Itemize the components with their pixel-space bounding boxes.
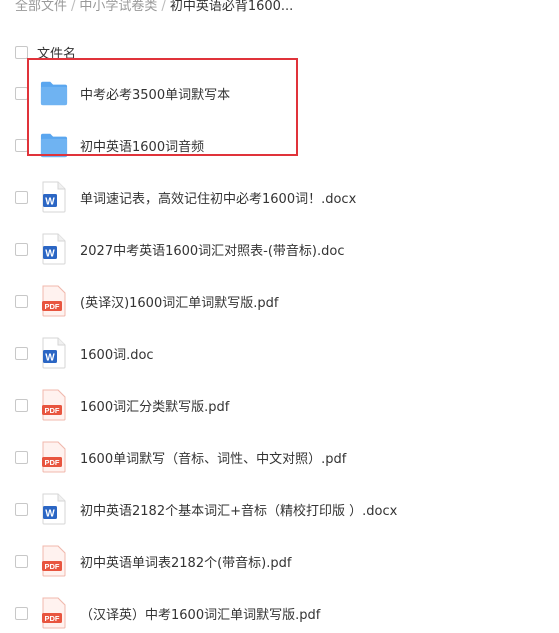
breadcrumb-separator: / [71, 0, 76, 14]
word-doc-icon: W [40, 180, 68, 214]
word-badge-text: W [45, 197, 55, 208]
row-checkbox[interactable] [15, 190, 28, 204]
pdf-doc-icon: PDF [40, 284, 68, 318]
breadcrumb-item-all-files[interactable]: 全部文件 [15, 0, 67, 14]
row-checkbox[interactable] [15, 294, 28, 308]
file-name[interactable]: 1600词.doc [80, 344, 154, 363]
pdf-badge-text: PDF [45, 302, 60, 311]
column-header-filename: 文件名 [37, 46, 77, 62]
file-name[interactable]: 初中英语1600词音频 [80, 136, 204, 155]
file-row[interactable]: W 1600词.doc [0, 333, 559, 373]
row-checkbox[interactable] [15, 450, 28, 464]
pdf-doc-icon: PDF [40, 596, 68, 630]
file-name[interactable]: (英译汉)1600词汇单词默写版.pdf [80, 292, 278, 311]
pdf-badge-text: PDF [45, 458, 60, 467]
word-badge-text: W [45, 249, 55, 260]
breadcrumb-item-category[interactable]: 中小学试卷类 [79, 0, 157, 14]
pdf-doc-icon: PDF [40, 388, 68, 422]
row-checkbox[interactable] [15, 398, 28, 412]
pdf-doc-icon: PDF [40, 440, 68, 474]
folder-row[interactable]: 中考必考3500单词默写本 [0, 73, 559, 113]
breadcrumb-separator: / [161, 0, 166, 14]
row-checkbox[interactable] [15, 606, 28, 620]
file-row[interactable]: W 初中英语2182个基本词汇+音标（精校打印版 ）.docx [0, 489, 559, 529]
row-checkbox[interactable] [15, 242, 28, 256]
file-name[interactable]: 1600词汇分类默写版.pdf [80, 396, 229, 415]
file-row[interactable]: W 2027中考英语1600词汇对照表-(带音标).doc [0, 229, 559, 269]
folder-icon [40, 76, 68, 110]
file-name[interactable]: 初中英语2182个基本词汇+音标（精校打印版 ）.docx [80, 500, 397, 519]
row-checkbox[interactable] [15, 346, 28, 360]
word-doc-icon: W [40, 232, 68, 266]
list-header: 文件名 [15, 40, 76, 64]
row-checkbox[interactable] [15, 554, 28, 568]
word-badge-text: W [45, 509, 55, 520]
file-row[interactable]: W 单词速记表，高效记住初中必考1600词！.docx [0, 177, 559, 217]
pdf-badge-text: PDF [45, 406, 60, 415]
row-checkbox[interactable] [15, 502, 28, 516]
row-checkbox[interactable] [15, 86, 28, 100]
word-badge-text: W [45, 353, 55, 364]
file-name[interactable]: （汉译英）中考1600词汇单词默写版.pdf [80, 604, 320, 623]
folder-icon [40, 128, 68, 162]
breadcrumb-current: 初中英语必背1600... [169, 0, 294, 14]
pdf-badge-text: PDF [45, 562, 60, 571]
select-all-checkbox[interactable] [15, 45, 28, 59]
word-doc-icon: W [40, 336, 68, 370]
word-doc-icon: W [40, 492, 68, 526]
folder-row[interactable]: 初中英语1600词音频 [0, 125, 559, 165]
breadcrumb: 全部文件 / 中小学试卷类 / 初中英语必背1600... [15, 0, 293, 17]
file-row[interactable]: PDF 1600单词默写（音标、词性、中文对照）.pdf [0, 437, 559, 477]
pdf-doc-icon: PDF [40, 544, 68, 578]
file-name[interactable]: 单词速记表，高效记住初中必考1600词！.docx [80, 188, 356, 207]
file-name[interactable]: 中考必考3500单词默写本 [80, 84, 230, 103]
file-name[interactable]: 初中英语单词表2182个(带音标).pdf [80, 552, 291, 571]
pdf-badge-text: PDF [45, 614, 60, 623]
file-name[interactable]: 1600单词默写（音标、词性、中文对照）.pdf [80, 448, 346, 467]
file-row[interactable]: PDF 初中英语单词表2182个(带音标).pdf [0, 541, 559, 581]
file-row[interactable]: PDF (英译汉)1600词汇单词默写版.pdf [0, 281, 559, 321]
row-checkbox[interactable] [15, 138, 28, 152]
file-row[interactable]: PDF （汉译英）中考1600词汇单词默写版.pdf [0, 593, 559, 633]
file-name[interactable]: 2027中考英语1600词汇对照表-(带音标).doc [80, 240, 345, 259]
file-row[interactable]: PDF 1600词汇分类默写版.pdf [0, 385, 559, 425]
